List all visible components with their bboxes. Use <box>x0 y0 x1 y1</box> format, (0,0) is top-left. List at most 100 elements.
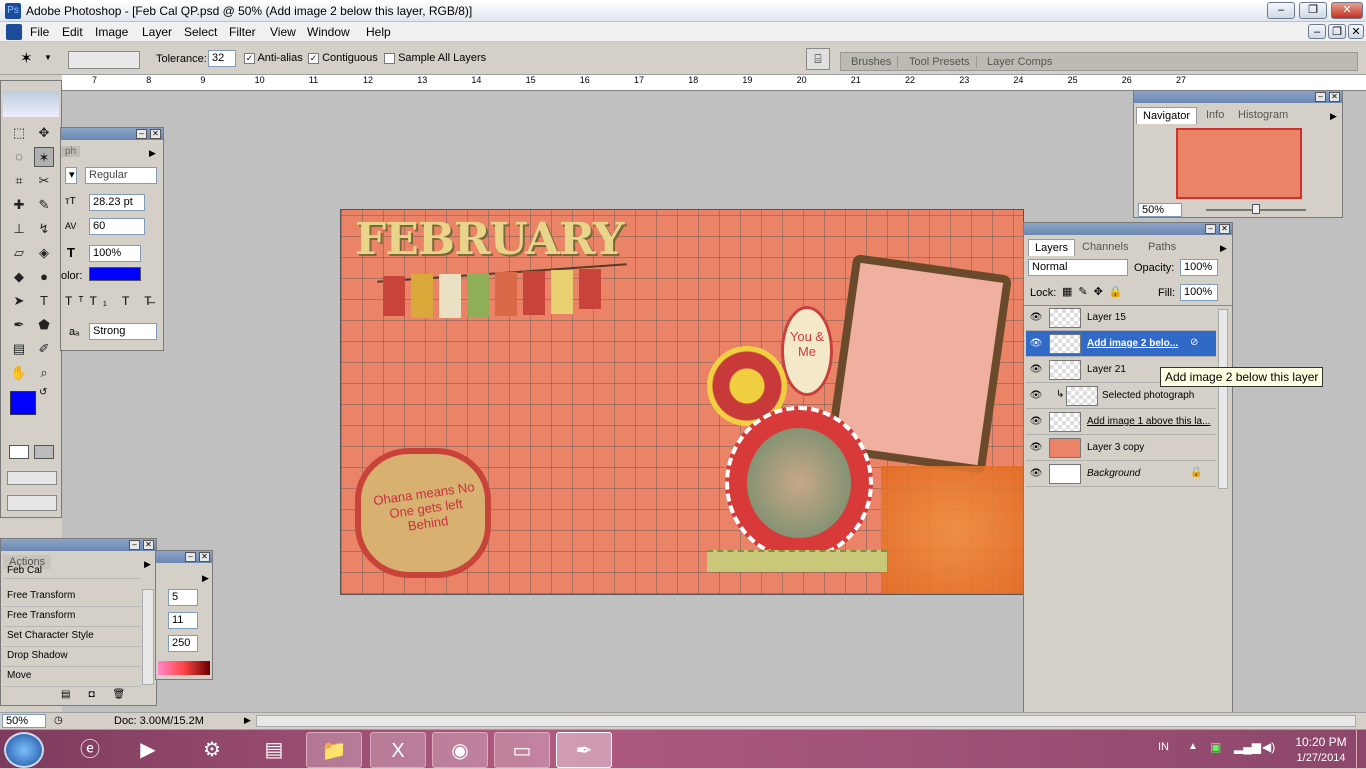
healing-brush-icon[interactable]: ✚ <box>9 195 29 215</box>
network-icon[interactable]: ▂▄▆ <box>1234 740 1261 754</box>
palette-well-layer-comps[interactable]: Layer Comps <box>981 56 1058 68</box>
show-hidden-icons[interactable]: ▲ <box>1188 741 1198 752</box>
panel-minimize-button[interactable]: ‒ <box>136 129 147 139</box>
horizontal-scrollbar[interactable] <box>256 715 1356 727</box>
flag-icon[interactable]: ▣ <box>1210 740 1221 754</box>
status-zoom-input[interactable]: 50% <box>2 714 46 728</box>
color-ramp[interactable] <box>158 661 210 675</box>
magic-wand-tool-preset-icon[interactable]: ✶ <box>20 49 33 67</box>
tolerance-input[interactable]: 32 <box>208 50 236 67</box>
opacity-input[interactable]: 100% <box>1180 259 1218 276</box>
document-icon[interactable] <box>6 24 22 40</box>
layer-row[interactable]: 👁 Layer 15 <box>1026 305 1216 331</box>
text-color-swatch[interactable] <box>89 267 141 281</box>
panel-close-button[interactable]: ✕ <box>1329 92 1340 102</box>
layers-scrollbar[interactable] <box>1218 309 1228 489</box>
panel-menu-icon[interactable]: ▶ <box>1220 243 1227 254</box>
marquee-tool-icon[interactable]: ⬚ <box>9 123 29 143</box>
eyedropper-icon[interactable]: ✐ <box>34 339 54 359</box>
selection-mode-buttons[interactable] <box>68 51 140 69</box>
contiguous-checkbox[interactable]: ✓ Contiguous <box>308 52 378 64</box>
move-tool-icon[interactable]: ✥ <box>34 123 54 143</box>
chevron-down-icon[interactable]: ▼ <box>44 53 52 62</box>
horizontal-ruler[interactable]: 7 8 9 10 11 12 13 14 15 16 17 18 19 20 21 22 23 24 25 26 27 <box>62 75 1366 91</box>
status-menu-arrow-icon[interactable]: ▶ <box>244 715 251 726</box>
start-button[interactable] <box>4 732 44 768</box>
tab-info[interactable]: Info <box>1206 109 1224 121</box>
media-player-icon[interactable]: ▶ <box>120 732 176 768</box>
menu-select[interactable]: Select <box>184 25 217 39</box>
clock-date[interactable]: 1/27/2014 <box>1290 752 1352 764</box>
explorer-icon[interactable]: 📁 <box>306 732 362 768</box>
slice-tool-icon[interactable]: ✂ <box>34 171 54 191</box>
palette-well-brushes[interactable]: Brushes <box>845 56 899 68</box>
history-brush-icon[interactable]: ↯ <box>34 219 54 239</box>
font-style-select[interactable]: Regular <box>85 167 157 184</box>
control-panel-icon[interactable]: ▤ <box>246 732 302 768</box>
eye-icon[interactable]: 👁 <box>1029 416 1043 428</box>
fill-input[interactable]: 100% <box>1180 284 1218 301</box>
internet-explorer-icon[interactable]: ⓔ <box>62 732 118 768</box>
blur-tool-icon[interactable]: ◆ <box>9 267 29 287</box>
doc-close-button[interactable]: ✕ <box>1348 24 1364 39</box>
tracking-input[interactable]: 60 <box>89 218 145 235</box>
panel-minimize-button[interactable]: ‒ <box>1205 224 1216 234</box>
pen-tool-icon[interactable]: ✒ <box>9 315 29 335</box>
layer-row[interactable]: 👁 Background 🔒 <box>1026 461 1216 487</box>
show-desktop-button[interactable] <box>1356 730 1366 769</box>
action-item[interactable]: Free Transform <box>3 587 141 607</box>
tab-layers[interactable]: Layers <box>1028 239 1076 256</box>
zoom-slider-handle[interactable] <box>1252 204 1260 214</box>
eye-icon[interactable]: 👁 <box>1029 442 1043 454</box>
lock-icons[interactable]: ▦✎✥🔒 <box>1062 285 1129 298</box>
menu-filter[interactable]: Filter <box>229 25 256 39</box>
menu-view[interactable]: View <box>270 25 296 39</box>
brush-tool-icon[interactable]: ✎ <box>34 195 54 215</box>
menu-help[interactable]: Help <box>366 25 391 39</box>
layer-row[interactable]: 👁 Layer 3 copy <box>1026 435 1216 461</box>
foreground-color-swatch[interactable] <box>10 391 36 415</box>
panel-close-button[interactable]: ✕ <box>199 552 210 562</box>
action-item[interactable]: Drop Shadow <box>3 647 141 667</box>
action-item[interactable]: Set Character Style <box>3 627 141 647</box>
antialias-checkbox[interactable]: ✓ Anti-alias <box>244 52 303 64</box>
standard-mode-button[interactable] <box>9 445 29 459</box>
eye-icon[interactable]: 👁 <box>1029 364 1043 376</box>
panel-menu-icon[interactable]: ▶ <box>149 148 156 159</box>
tab-navigator[interactable]: Navigator <box>1136 107 1198 124</box>
layer-style-icon[interactable]: ⊘ <box>1190 337 1198 348</box>
type-tool-icon[interactable]: T <box>34 291 54 311</box>
panel-menu-icon[interactable]: ▶ <box>1330 111 1337 122</box>
quick-mask-button[interactable] <box>34 445 54 459</box>
swap-colors-icon[interactable]: ↺ <box>39 387 47 398</box>
clone-stamp-icon[interactable]: ⊥ <box>9 219 29 239</box>
language-indicator[interactable]: IN <box>1158 741 1169 753</box>
shape-tool-icon[interactable]: ⬟ <box>34 315 54 335</box>
navigator-preview[interactable] <box>1176 128 1302 199</box>
eye-icon[interactable]: 👁 <box>1029 468 1043 480</box>
panel-close-button[interactable]: ✕ <box>1219 224 1230 234</box>
clock-time[interactable]: 10:20 PM <box>1294 735 1348 749</box>
layer-row-selected[interactable]: 👁 Add image 2 belo... ⊘ <box>1026 331 1216 357</box>
crop-tool-icon[interactable]: ⌗ <box>9 171 29 191</box>
tab-paths[interactable]: Paths <box>1148 241 1176 253</box>
file-browser-icon[interactable]: ⌸ <box>806 48 830 70</box>
action-item[interactable]: Move <box>3 667 141 687</box>
font-size-input[interactable]: 28.23 pt <box>89 194 145 211</box>
navigator-zoom-input[interactable]: 50% <box>1138 203 1182 217</box>
path-select-icon[interactable]: ➤ <box>9 291 29 311</box>
actions-scrollbar[interactable] <box>142 589 154 685</box>
photoshop-taskbar-icon[interactable]: ✒ <box>556 732 612 768</box>
status-info-icon[interactable]: ◷ <box>54 715 63 726</box>
doc-minimize-button[interactable]: ‒ <box>1308 24 1326 39</box>
close-button[interactable]: ✕ <box>1331 2 1363 19</box>
action-item[interactable]: Free Transform <box>3 607 141 627</box>
menu-file[interactable]: File <box>30 25 49 39</box>
panel-menu-icon[interactable]: ▶ <box>202 573 209 584</box>
eraser-tool-icon[interactable]: ▱ <box>9 243 29 263</box>
action-item[interactable]: Feb Cal <box>3 566 141 579</box>
device-icon[interactable]: ⚙ <box>184 732 240 768</box>
eye-icon[interactable]: 👁 <box>1029 312 1043 324</box>
menu-edit[interactable]: Edit <box>62 25 83 39</box>
panel-close-button[interactable]: ✕ <box>150 129 161 139</box>
